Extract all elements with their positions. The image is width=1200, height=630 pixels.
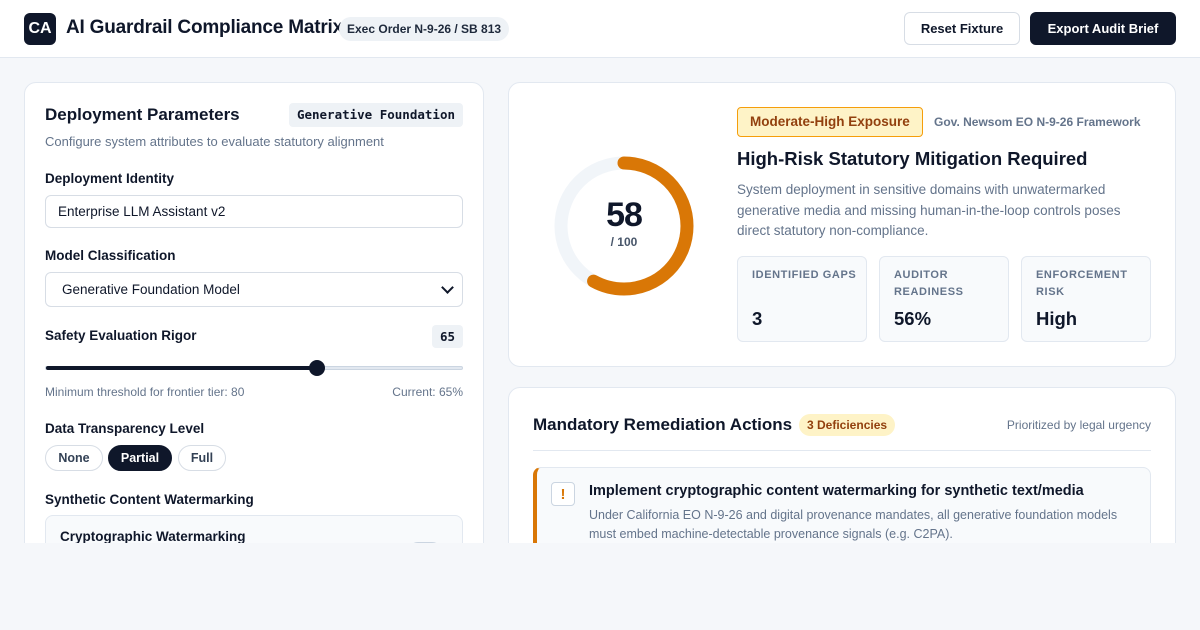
watermark-toggle[interactable]	[408, 542, 442, 543]
score-heading: High-Risk Statutory Mitigation Required	[737, 148, 1088, 169]
remediation-title: Mandatory Remediation Actions	[533, 415, 793, 434]
rigor-current: Current: 65%	[392, 385, 463, 399]
watermark-label: Synthetic Content Watermarking	[45, 492, 254, 507]
alert-icon: !	[551, 482, 575, 506]
rigor-slider-thumb[interactable]	[308, 360, 325, 376]
metric-value: 3	[752, 308, 763, 329]
remediation-item-description: Under California EO N-9-26 and digital p…	[589, 508, 1118, 541]
transparency-option-full[interactable]: Full	[178, 445, 226, 471]
score-max: / 100	[610, 235, 638, 249]
card-title: Deployment Parameters	[45, 105, 240, 124]
metric-auditor-readiness: Auditor Readiness 56%	[879, 256, 1009, 342]
model-classification-select[interactable]: Generative Foundation Model	[45, 272, 463, 307]
divider	[533, 450, 1151, 451]
score-value: 58	[606, 196, 643, 234]
rigor-slider-fill	[46, 366, 318, 370]
rigor-min-threshold: Minimum threshold for frontier tier: 80	[45, 385, 245, 399]
classification-label: Model Classification	[45, 248, 176, 263]
rigor-value-badge: 65	[431, 325, 463, 348]
deployment-parameters-card: Deployment Parameters Generative Foundat…	[24, 82, 484, 543]
model-tag: Generative Foundation	[288, 103, 463, 127]
app-header: CA AI Guardrail Compliance Matrix Exec O…	[0, 0, 1200, 58]
chevron-down-icon	[441, 280, 454, 294]
card-subtitle: Configure system attributes to evaluate …	[45, 134, 384, 149]
content-area: Deployment Parameters Generative Foundat…	[0, 58, 1200, 543]
remediation-item[interactable]: ! Implement cryptographic content waterm…	[533, 467, 1151, 543]
metric-enforcement-risk: Enforcement Risk High	[1021, 256, 1151, 342]
compliance-score-card: 58 / 100 Moderate-High Exposure Gov. New…	[508, 82, 1176, 367]
identity-label: Deployment Identity	[45, 171, 175, 186]
reset-fixture-button[interactable]: Reset Fixture	[904, 12, 1020, 45]
transparency-option-none[interactable]: None	[45, 445, 103, 471]
deployment-identity-input[interactable]	[45, 195, 463, 228]
transparency-option-partial[interactable]: Partial	[108, 445, 172, 471]
export-audit-brief-button[interactable]: Export Audit Brief	[1030, 12, 1176, 45]
metric-value: High	[1036, 308, 1078, 329]
exec-order-badge: Exec Order N-9-26 / SB 813	[339, 17, 510, 41]
watermark-option-title: Cryptographic Watermarking	[60, 529, 246, 543]
remediation-card: Mandatory Remediation Actions 3 Deficien…	[508, 387, 1176, 543]
metric-identified-gaps: Identified Gaps 3	[737, 256, 867, 342]
rigor-slider-track[interactable]	[45, 366, 463, 370]
metric-label: Auditor Readiness	[894, 269, 964, 298]
logo: CA	[24, 13, 56, 45]
exposure-badge: Moderate-High Exposure	[737, 107, 923, 137]
watermark-option[interactable]: Cryptographic Watermarking	[45, 515, 463, 543]
metric-label: Identified Gaps	[752, 269, 857, 281]
transparency-label: Data Transparency Level	[45, 421, 205, 436]
priority-note: Prioritized by legal urgency	[1006, 418, 1151, 432]
rigor-label: Safety Evaluation Rigor	[45, 328, 197, 343]
framework-label: Gov. Newsom EO N-9-26 Framework	[934, 115, 1141, 129]
deficiencies-badge: 3 Deficiencies	[799, 414, 896, 436]
remediation-item-title: Implement cryptographic content watermar…	[589, 483, 1084, 499]
metric-label: Enforcement Risk	[1036, 269, 1128, 298]
app-title: AI Guardrail Compliance Matrix	[66, 17, 343, 38]
select-value: Generative Foundation Model	[62, 282, 240, 297]
score-description: System deployment in sensitive domains w…	[737, 182, 1121, 238]
metric-value: 56%	[894, 308, 932, 329]
